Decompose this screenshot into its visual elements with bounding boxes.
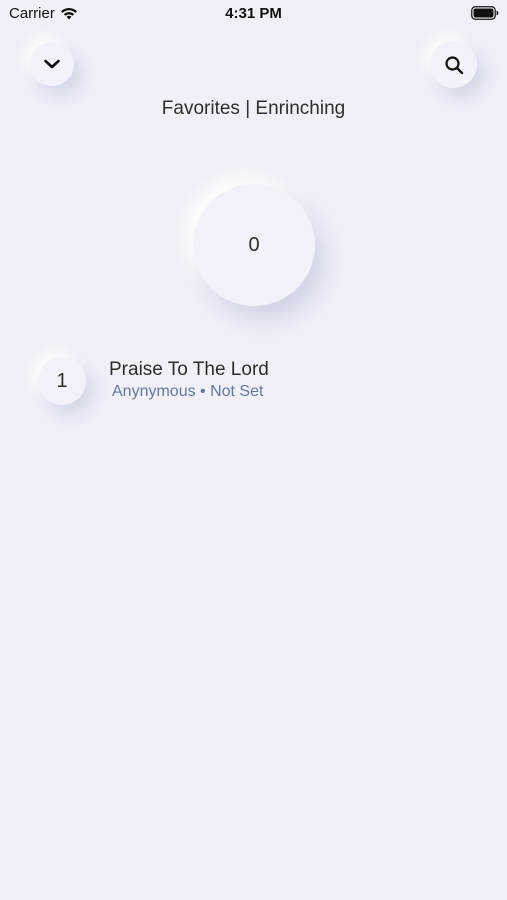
page-title: Favorites | Enrinching bbox=[161, 98, 346, 119]
chevron-down-icon bbox=[44, 59, 60, 69]
clock: 4:31 PM bbox=[225, 5, 282, 22]
favorites-screen: Carrier 4:31 PM Favorites | Enrinching 0… bbox=[0, 0, 507, 900]
collapse-button[interactable] bbox=[30, 42, 74, 86]
song-list-item[interactable]: 1 Praise To The Lord Anynymous • Not Set bbox=[38, 355, 478, 407]
song-number-badge: 1 bbox=[38, 357, 86, 405]
search-icon bbox=[444, 55, 463, 74]
song-meta: Anynymous • Not Set bbox=[112, 383, 264, 400]
battery-icon bbox=[471, 6, 499, 20]
favorites-counter[interactable]: 0 bbox=[193, 184, 315, 306]
song-title: Praise To The Lord bbox=[109, 359, 269, 380]
search-button[interactable] bbox=[430, 41, 477, 88]
status-bar: Carrier 4:31 PM bbox=[0, 0, 507, 28]
